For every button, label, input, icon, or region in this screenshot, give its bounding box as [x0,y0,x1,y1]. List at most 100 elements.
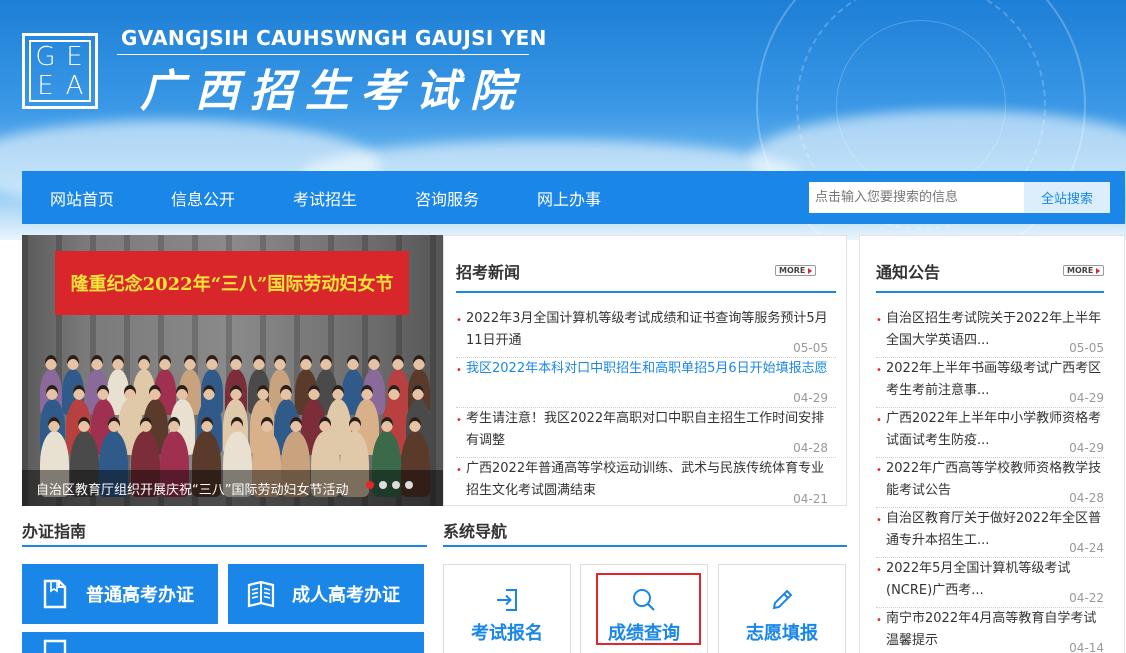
news-item-text[interactable]: 广西2022年普通高等学校运动训练、武术与民族传统体育专业招生文化考试圆满结束 [456,458,836,502]
photo-person-head [183,355,196,370]
photo-slideshow[interactable]: 隆重纪念2022年“三八”国际劳动妇女节 自治区教育厅组织开展庆祝“三八”国际劳… [22,235,443,506]
notice-item-date: 04-14 [1069,641,1104,653]
photo-person-head [159,355,172,370]
guide-button-label: 成人高考办证 [292,585,400,606]
logo-letter: G [35,41,56,72]
nav-item-online-services[interactable]: 网上办事 [537,171,601,224]
search-button[interactable]: 全站搜索 [1024,182,1110,213]
highlight-box [596,573,701,645]
photo-person-head [360,385,373,400]
nav-item-exams[interactable]: 考试招生 [293,171,357,224]
nav-item-home[interactable]: 网站首页 [50,171,114,224]
card-label: 志愿填报 [746,623,818,644]
search-input[interactable] [809,182,1024,213]
news-item[interactable]: • 广西2022年普通高等学校运动训练、武术与民族传统体育专业招生文化考试圆满结… [456,458,836,508]
news-title: 招考新闻 [456,263,521,282]
photo-person-head [252,355,265,370]
photo-person-head [137,355,150,370]
notice-item-date: 05-05 [1069,341,1104,355]
more-label: MORE [1067,265,1094,275]
site-logo[interactable]: G E E A [22,33,98,109]
photo-person-head [139,417,152,432]
photo-person-head [200,417,213,432]
photo-person-head [320,355,333,370]
bullet-icon: • [456,315,462,326]
nav-item-consulting[interactable]: 咨询服务 [415,171,479,224]
notice-list: • 自治区招生考试院关于2022年上半年全国大学英语四... 05-05 • 2… [876,308,1104,653]
notice-item[interactable]: • 自治区招生考试院关于2022年上半年全国大学英语四... 05-05 [876,308,1104,358]
notice-item[interactable]: • 广西2022年上半年中小学教师资格考试面试考生防疫... 04-29 [876,408,1104,458]
notice-item-date: 04-24 [1069,541,1104,555]
news-item[interactable]: • 我区2022年本科对口中职招生和高职单招5月6日开始填报志愿 04-29 [456,358,836,408]
photo-person-head [230,355,243,370]
news-item-text[interactable]: 我区2022年本科对口中职招生和高职单招5月6日开始填报志愿 [456,358,836,380]
notice-item[interactable]: • 2022年广西高等学校教师资格教学技能考试公告 04-28 [876,458,1104,508]
nav-item-info-disclosure[interactable]: 信息公开 [171,171,235,224]
news-panel: 招考新闻 MORE • 2022年3月全国计算机等级考试成绩和证书查询等服务预计… [443,235,847,506]
logo-letters: G E E A [29,40,91,102]
news-item-text[interactable]: 2022年3月全国计算机等级考试成绩和证书查询等服务预计5月11日开通 [456,308,836,352]
slide-dots [366,481,413,489]
news-item[interactable]: • 2022年3月全国计算机等级考试成绩和证书查询等服务预计5月11日开通 05… [456,308,836,358]
card-label: 考试报名 [471,623,543,644]
guide-section-title: 办证指南 [22,522,87,541]
photo-person-head [307,385,320,400]
bullet-icon: • [456,365,462,376]
page: G E E A GVANGJSIH CAUHSWNGH GAUJSI YEN 广… [0,0,1126,653]
news-item-text[interactable]: 考生请注意！我区2022年高职对口中职自主招生工作时间安排有调整 [456,408,836,452]
book-icon [247,580,275,608]
logo-letter: E [66,41,83,72]
photo-person-head [44,355,57,370]
photo-person-head [72,385,85,400]
bullet-icon: • [876,515,882,526]
news-item-date: 05-05 [793,341,828,355]
news-item-date: 04-29 [793,391,828,405]
news-list: • 2022年3月全国计算机等级考试成绩和证书查询等服务预计5月11日开通 05… [456,308,836,508]
slide-dot[interactable] [392,481,400,489]
sign-in-icon [497,589,517,611]
gaokao-certificate-button[interactable]: 普通高考办证 [22,564,218,624]
application-filling-card[interactable]: 志愿填报 [718,564,846,653]
photo-person-head [346,355,359,370]
slide-dot[interactable] [379,481,387,489]
system-nav-rule [443,545,847,547]
guide-section-rule [22,545,427,547]
notice-item[interactable]: • 南宁市2022年4月高等教育自学考试温馨提示 04-14 [876,608,1104,653]
adult-exam-certificate-button[interactable]: 成人高考办证 [228,564,424,624]
notice-item-date: 04-29 [1069,441,1104,455]
photo-person-head [300,355,313,370]
logo-letter: A [65,70,84,101]
news-more-button[interactable]: MORE [775,265,817,276]
notice-item[interactable]: • 2022年上半年书画等级考试广西考区考生考前注意事... 04-29 [876,358,1104,408]
notice-more-button[interactable]: MORE [1063,265,1105,276]
bullet-icon: • [876,315,882,326]
notice-title-rule [876,291,1104,293]
photo-person-head [412,355,425,370]
slide-banner-text: 隆重纪念2022年“三八”国际劳动妇女节 [55,251,409,315]
photo-person-head [367,355,380,370]
site-name-chinese: 广西招生考试院 [140,66,525,117]
news-item-date: 04-21 [793,492,828,506]
slide-dot[interactable] [366,481,374,489]
bullet-icon: • [876,465,882,476]
notice-item[interactable]: • 2022年5月全国计算机等级考试(NCRE)广西考... 04-22 [876,558,1104,608]
arrow-right-icon [808,267,813,274]
bullet-icon: • [876,565,882,576]
notice-item[interactable]: • 自治区教育厅关于做好2022年全区普通专升本招生工... 04-24 [876,508,1104,558]
document-icon [43,639,67,653]
logo-letter: E [37,70,54,101]
photo-person-head [90,355,103,370]
guide-button-partial[interactable] [22,632,424,653]
photo-person-head [107,417,120,432]
notice-item-date: 04-29 [1069,391,1104,405]
photo-person-head [388,385,401,400]
photo-person-head [289,417,302,432]
photo-person-head [66,355,79,370]
banner-seal-decoration [836,20,1006,190]
news-item[interactable]: • 考生请注意！我区2022年高职对口中职自主招生工作时间安排有调整 04-28 [456,408,836,458]
exam-registration-card[interactable]: 考试报名 [443,564,571,653]
slide-dot[interactable] [405,481,413,489]
photo-person-head [229,385,242,400]
bullet-icon: • [456,415,462,426]
pencil-icon [772,589,793,610]
